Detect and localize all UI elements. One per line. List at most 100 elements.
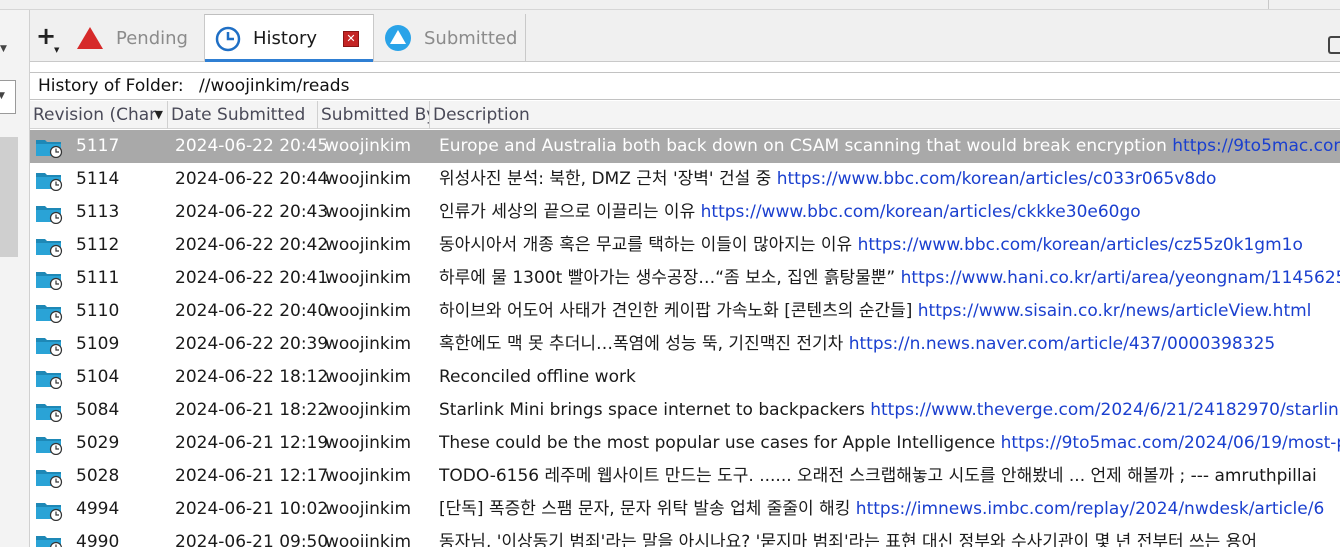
cell-revision: 5109 <box>76 334 120 354</box>
description-link[interactable]: https://www.bbc.com/korean/articles/c033… <box>777 169 1217 189</box>
warning-triangle-icon <box>76 26 104 50</box>
cell-submitted-by: woojinkim <box>325 136 412 156</box>
tab-submitted[interactable]: Submitted <box>380 14 526 62</box>
table-row[interactable]: 5029 2024-06-21 12:19 woojinkim These could… <box>30 427 1340 460</box>
cell-description: 동자님, '이상동기 범죄'라는 말을 아시나요? '묻지마 범죄'라는 표현 … <box>439 526 1340 547</box>
cell-date: 2024-06-22 18:12 <box>175 367 329 387</box>
table-row[interactable]: 4990 2024-06-21 09:50 woojinkim 동자님, '이상동기 … <box>30 526 1340 547</box>
table-row[interactable]: 5109 2024-06-22 20:39 woojinkim 혹한에도 맥 못 추더… <box>30 328 1340 361</box>
tab-bar: + ▼ Pending History ✕ Submitted <box>30 10 1340 62</box>
column-header-revision[interactable]: Revision (Char ▼ <box>30 101 168 129</box>
cell-description: Europe and Australia both back down on C… <box>439 130 1340 163</box>
cell-description: 동아시아서 개종 혹은 무교를 택하는 이들이 많아지는 이유 https://… <box>439 229 1340 262</box>
description-text: Reconciled offline work <box>439 367 636 387</box>
table-row[interactable]: 5112 2024-06-22 20:42 woojinkim 동아시아서 개종 혹은… <box>30 229 1340 262</box>
table-row[interactable]: 5111 2024-06-22 20:41 woojinkim 하루에 물 1300t… <box>30 262 1340 295</box>
folder-label: History of Folder: <box>38 76 184 96</box>
table-row[interactable]: 5110 2024-06-22 20:40 woojinkim 하이브와 어도어 사태… <box>30 295 1340 328</box>
description-link[interactable]: https://imnews.imbc.com/replay/2024/nwde… <box>856 499 1325 519</box>
description-text: Starlink Mini brings space internet to b… <box>439 400 865 420</box>
description-link[interactable]: https://n.news.naver.com/article/437/000… <box>849 334 1275 354</box>
cell-submitted-by: woojinkim <box>325 334 412 354</box>
cell-submitted-by: woojinkim <box>325 499 412 519</box>
table-header: Revision (Char ▼ Date Submitted Submitte… <box>30 101 1340 129</box>
window-top-strip <box>0 0 1340 10</box>
cell-date: 2024-06-22 20:39 <box>175 334 329 354</box>
cell-date: 2024-06-21 12:19 <box>175 433 329 453</box>
chevron-down-icon: ▼ <box>0 91 5 101</box>
cell-description: 위성사진 분석: 북한, DMZ 근처 '장벽' 건설 중 https://ww… <box>439 163 1340 196</box>
close-icon[interactable]: ✕ <box>343 31 359 47</box>
description-text: 하이브와 어도어 사태가 견인한 케이팝 가속노화 [콘텐츠의 순간들] <box>439 301 913 321</box>
table-row[interactable]: 5084 2024-06-21 18:22 woojinkim Starlink Mi… <box>30 394 1340 427</box>
cell-description: Starlink Mini brings space internet to b… <box>439 394 1340 427</box>
description-link[interactable]: https://www.sisain.co.kr/news/articleVie… <box>918 301 1312 321</box>
description-link[interactable]: https://www.hani.co.kr/arti/area/yeongna… <box>901 268 1340 288</box>
table-row[interactable]: 5104 2024-06-22 18:12 woojinkim Reconciled … <box>30 361 1340 394</box>
cell-submitted-by: woojinkim <box>325 367 412 387</box>
cell-submitted-by: woojinkim <box>325 466 412 486</box>
cell-revision: 5117 <box>76 136 120 156</box>
folder-path: //woojinkim/reads <box>199 76 350 96</box>
description-link[interactable]: https://9to5mac.com/2024/06/22/ <box>1172 136 1340 156</box>
description-link[interactable]: https://www.theverge.com/2024/6/21/24182… <box>870 400 1340 420</box>
description-link[interactable]: https://www.bbc.com/korean/articles/ckkk… <box>701 202 1141 222</box>
column-header-submitted-by[interactable]: Submitted By <box>318 101 430 129</box>
cell-submitted-by: woojinkim <box>325 433 412 453</box>
tab-history[interactable]: History ✕ <box>204 14 374 62</box>
tab-label: Pending <box>116 27 188 49</box>
cell-date: 2024-06-22 20:43 <box>175 202 329 222</box>
tab-label: Submitted <box>424 27 518 49</box>
top-scroll-end <box>1268 0 1282 9</box>
cell-description: 하이브와 어도어 사태가 견인한 케이팝 가속노화 [콘텐츠의 순간들] htt… <box>439 295 1340 328</box>
clock-icon <box>215 26 241 52</box>
changelist-folder-icon <box>35 532 63 547</box>
cell-description: 혹한에도 맥 못 추더니…폭염에 성능 뚝, 기진맥진 전기차 https://… <box>439 328 1340 361</box>
left-pane-gutter: ▼ ▼ <box>0 10 30 547</box>
column-header-date[interactable]: Date Submitted <box>168 101 318 129</box>
cell-revision: 5110 <box>76 301 120 321</box>
blue-triangle-icon <box>384 24 412 52</box>
cell-date: 2024-06-22 20:40 <box>175 301 329 321</box>
cell-description: 하루에 물 1300t 빨아가는 생수공장…“좀 보소, 집엔 흙탕물뿐” ht… <box>439 262 1340 295</box>
chevron-down-icon: ▼ <box>54 46 60 54</box>
left-pane-scrollbar-thumb[interactable] <box>0 137 18 257</box>
cell-description: TODO-6156 레주메 웹사이트 만드는 도구. ...... 오래전 스크… <box>439 460 1340 493</box>
cell-revision: 5113 <box>76 202 120 222</box>
tab-pending[interactable]: Pending <box>76 14 200 62</box>
table-row[interactable]: 5113 2024-06-22 20:43 woojinkim 인류가 세상의 끝으로… <box>30 196 1340 229</box>
cell-submitted-by: woojinkim <box>325 301 412 321</box>
column-header-description[interactable]: Description <box>430 101 1340 129</box>
cell-submitted-by: woojinkim <box>325 400 412 420</box>
cell-revision: 5029 <box>76 433 120 453</box>
table-row[interactable]: 5114 2024-06-22 20:44 woojinkim 위성사진 분석: 북한… <box>30 163 1340 196</box>
description-link[interactable]: https://www.bbc.com/korean/articles/cz55… <box>858 235 1303 255</box>
cell-date: 2024-06-22 20:44 <box>175 169 329 189</box>
history-table-body: 5117 2024-06-22 20:45 woojinkim Europe and … <box>30 130 1340 547</box>
cell-submitted-by: woojinkim <box>325 169 412 189</box>
table-row[interactable]: 5028 2024-06-21 12:17 woojinkim TODO-6156 레… <box>30 460 1340 493</box>
cell-revision: 4994 <box>76 499 120 519</box>
tab-label: History <box>253 28 318 49</box>
cell-date: 2024-06-22 20:42 <box>175 235 329 255</box>
chevron-down-icon[interactable]: ▼ <box>0 44 7 54</box>
description-text: 동아시아서 개종 혹은 무교를 택하는 이들이 많아지는 이유 <box>439 235 853 255</box>
left-pane-dropdown[interactable]: ▼ <box>0 80 16 114</box>
panel-toggle-icon[interactable] <box>1328 36 1340 54</box>
description-text: TODO-6156 레주메 웹사이트 만드는 도구. ...... 오래전 스크… <box>439 466 1317 486</box>
cell-revision: 4990 <box>76 532 120 547</box>
cell-date: 2024-06-22 20:41 <box>175 268 329 288</box>
cell-description: 인류가 세상의 끝으로 이끌리는 이유 https://www.bbc.com/… <box>439 196 1340 229</box>
add-tab-button[interactable]: + ▼ <box>36 24 59 54</box>
description-link[interactable]: https://9to5mac.com/2024/06/19/most-popu… <box>1001 433 1340 453</box>
description-text: [단독] 폭증한 스팸 문자, 문자 위탁 발송 업체 줄줄이 해킹 <box>439 499 851 519</box>
cell-revision: 5104 <box>76 367 120 387</box>
description-text: 인류가 세상의 끝으로 이끌리는 이유 <box>439 202 696 222</box>
description-text: Europe and Australia both back down on C… <box>439 136 1167 156</box>
table-row[interactable]: 5117 2024-06-22 20:45 woojinkim Europe and … <box>30 130 1340 163</box>
cell-revision: 5112 <box>76 235 120 255</box>
cell-description: [단독] 폭증한 스팸 문자, 문자 위탁 발송 업체 줄줄이 해킹 https… <box>439 493 1340 526</box>
table-row[interactable]: 4994 2024-06-21 10:02 woojinkim [단독] 폭증한 스팸… <box>30 493 1340 526</box>
description-text: 위성사진 분석: 북한, DMZ 근처 '장벽' 건설 중 <box>439 169 772 189</box>
cell-revision: 5111 <box>76 268 120 288</box>
